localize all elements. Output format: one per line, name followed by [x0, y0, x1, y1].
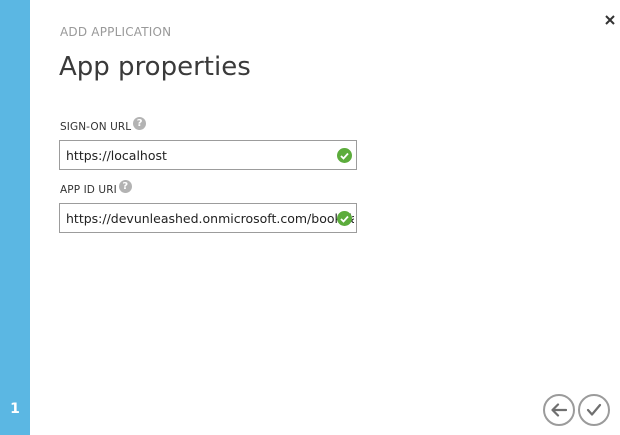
close-button[interactable] — [600, 10, 620, 30]
app-id-uri-input[interactable] — [60, 204, 356, 232]
checkmark-icon — [586, 403, 602, 416]
sign-on-url-label: SIGN-ON URL — [60, 120, 132, 133]
arrow-left-icon — [551, 403, 567, 417]
app-id-uri-label-row: APP ID URI ? — [60, 180, 132, 196]
wizard-supertitle: ADD APPLICATION — [60, 25, 172, 39]
complete-button[interactable] — [578, 394, 610, 426]
wizard-step-rail: 1 — [0, 0, 30, 435]
help-icon[interactable]: ? — [133, 117, 147, 130]
check-circle-icon — [337, 148, 352, 163]
check-circle-icon — [337, 211, 352, 226]
page-title: App properties — [59, 52, 251, 82]
sign-on-url-field — [59, 140, 357, 170]
help-icon[interactable]: ? — [118, 180, 132, 193]
app-id-uri-field — [59, 203, 357, 233]
sign-on-url-input[interactable] — [60, 141, 356, 169]
app-id-uri-label: APP ID URI — [60, 183, 117, 196]
close-icon — [605, 15, 615, 25]
sign-on-url-label-row: SIGN-ON URL ? — [60, 117, 147, 133]
back-button[interactable] — [543, 394, 575, 426]
step-number: 1 — [10, 401, 20, 417]
